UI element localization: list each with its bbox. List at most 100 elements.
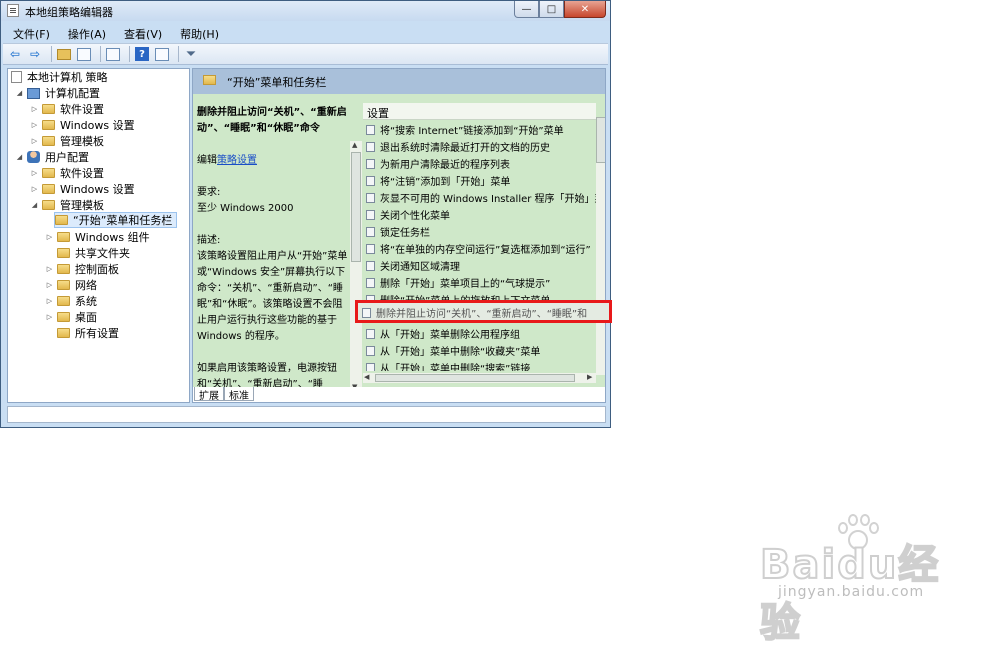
app-icon — [7, 4, 19, 17]
policy-icon — [366, 277, 375, 288]
collapse-icon[interactable]: ◢ — [15, 153, 24, 161]
scroll-right-icon[interactable]: ▶ — [587, 373, 592, 381]
column-header-setting[interactable]: 设置 — [363, 103, 596, 120]
list-item[interactable]: 删除「开始」菜单项目上的“气球提示” — [366, 274, 550, 291]
view-tabs: 扩展 标准 — [193, 387, 605, 402]
expand-icon[interactable]: ▷ — [45, 313, 54, 321]
highlighted-list-item[interactable]: 删除并阻止访问“关机”、“重新启动”、“睡眠”和 — [355, 300, 612, 323]
folder-icon — [42, 120, 55, 130]
list-item[interactable]: 从「开始」菜单删除公用程序组 — [366, 325, 520, 342]
policy-title: 删除并阻止访问“关机”、“重新启动”、“睡眠”和“休眠”命令 — [197, 107, 347, 134]
list-scrollbar[interactable] — [596, 117, 605, 375]
settings-list[interactable]: 设置 将“搜索 Internet”链接添加到“开始”菜单 退出系统时清除最近打开… — [363, 103, 596, 371]
expand-icon[interactable]: ▷ — [30, 137, 39, 145]
expand-icon[interactable]: ▷ — [30, 105, 39, 113]
edit-policy-link[interactable]: 策略设置 — [217, 155, 257, 166]
scroll-up-icon[interactable]: ▲ — [352, 141, 357, 149]
expand-icon[interactable]: ▷ — [30, 121, 39, 129]
tree-uc-software[interactable]: ▷ 软件设置 — [30, 165, 104, 181]
expand-icon[interactable]: ▷ — [45, 281, 54, 289]
desc-body: 该策略设置阻止用户从“开始”菜单或“Windows 安全”屏幕执行以下命令：“关… — [197, 251, 348, 342]
tree-system[interactable]: ▷ 系统 — [45, 293, 97, 309]
list-item[interactable]: 将“在单独的内存空间运行”复选框添加到“运行” — [366, 240, 591, 257]
tree-start-menu[interactable]: “开始”菜单和任务栏 — [54, 212, 178, 228]
computer-icon — [27, 87, 40, 99]
toolbar-separator — [100, 46, 101, 62]
tree-all-settings[interactable]: 所有设置 — [57, 325, 119, 341]
scroll-thumb[interactable] — [351, 152, 361, 262]
menu-action[interactable]: 操作(A) — [58, 24, 114, 42]
policy-icon — [366, 192, 375, 203]
policy-icon — [366, 226, 375, 237]
folder-icon — [55, 215, 68, 225]
properties-icon[interactable] — [154, 46, 170, 62]
help-icon[interactable]: ? — [134, 46, 150, 62]
status-bar — [7, 406, 606, 423]
tree-user-config[interactable]: ◢ 用户配置 — [15, 149, 89, 165]
collapse-icon[interactable]: ◢ — [15, 89, 24, 97]
list-item[interactable]: 灰显不可用的 Windows Installer 程序「开始」菜 — [366, 189, 596, 206]
list-item[interactable]: 为新用户清除最近的程序列表 — [366, 155, 510, 172]
expand-icon[interactable]: ▷ — [30, 169, 39, 177]
folder-icon — [42, 104, 55, 114]
show-hide-tree-icon[interactable] — [76, 46, 92, 62]
menu-help[interactable]: 帮助(H) — [170, 24, 227, 42]
filter-icon[interactable]: ⏷ — [183, 46, 199, 62]
expand-icon[interactable]: ▷ — [45, 233, 54, 241]
title-bar[interactable]: 本地组策略编辑器 — □ ✕ — [1, 1, 610, 21]
list-item[interactable]: 从「开始」菜单中删除“搜索”链接 — [366, 359, 530, 371]
scroll-thumb[interactable] — [596, 117, 605, 163]
policy-icon — [366, 175, 375, 186]
expand-icon[interactable]: ▷ — [30, 185, 39, 193]
scroll-left-icon[interactable]: ◀ — [364, 373, 369, 381]
collapse-icon[interactable]: ◢ — [30, 201, 39, 209]
menu-bar: 文件(F) 操作(A) 查看(V) 帮助(H) — [3, 24, 608, 42]
list-item[interactable]: 将“注销”添加到「开始」菜单 — [366, 172, 510, 189]
tree-root[interactable]: 本地计算机 策略 — [11, 69, 108, 85]
list-item[interactable]: 退出系统时清除最近打开的文档的历史 — [366, 138, 550, 155]
tree-computer-config[interactable]: ◢ 计算机配置 — [15, 85, 100, 101]
up-folder-icon[interactable] — [56, 46, 72, 62]
back-arrow-icon[interactable]: ⇦ — [7, 46, 23, 62]
tree-cc-windows[interactable]: ▷ Windows 设置 — [30, 117, 135, 133]
menu-file[interactable]: 文件(F) — [3, 24, 58, 42]
list-item[interactable]: 锁定任务栏 — [366, 223, 430, 240]
baidu-watermark: Baidu经验 jingyan.baidu.com — [759, 508, 980, 647]
tree-network[interactable]: ▷ 网络 — [45, 277, 97, 293]
close-button[interactable]: ✕ — [564, 1, 606, 18]
tab-standard[interactable]: 标准 — [224, 387, 254, 402]
policy-icon — [11, 71, 22, 83]
watermark-url: jingyan.baidu.com — [778, 584, 925, 600]
policy-icon — [366, 141, 375, 152]
tab-extended[interactable]: 扩展 — [194, 387, 224, 402]
list-item[interactable]: 关闭个性化菜单 — [366, 206, 450, 223]
list-item[interactable]: 将“搜索 Internet”链接添加到“开始”菜单 — [366, 121, 564, 138]
policy-description: 删除并阻止访问“关机”、“重新启动”、“睡眠”和“休眠”命令 编辑策略设置 要求… — [197, 105, 349, 402]
tree-cc-software[interactable]: ▷ 软件设置 — [30, 101, 104, 117]
tree-shared-folders[interactable]: 共享文件夹 — [57, 245, 130, 261]
tree-cc-admin[interactable]: ▷ 管理模板 — [30, 133, 104, 149]
minimize-button[interactable]: — — [514, 1, 539, 18]
list-item[interactable]: 从「开始」菜单中删除“收藏夹”菜单 — [366, 342, 540, 359]
tree-uc-admin[interactable]: ◢ 管理模板 — [30, 197, 104, 213]
tree-control-panel[interactable]: ▷ 控制面板 — [45, 261, 119, 277]
horizontal-scrollbar[interactable]: ◀ ▶ — [363, 373, 596, 383]
policy-icon — [362, 307, 371, 318]
folder-icon — [57, 280, 70, 290]
description-scrollbar[interactable]: ▲ ▼ — [350, 141, 362, 391]
tree-uc-windows[interactable]: ▷ Windows 设置 — [30, 181, 135, 197]
forward-arrow-icon[interactable]: ⇨ — [27, 46, 43, 62]
expand-icon[interactable]: ▷ — [45, 297, 54, 305]
tree-win-components[interactable]: ▷ Windows 组件 — [45, 229, 150, 245]
export-list-icon[interactable] — [105, 46, 121, 62]
folder-icon — [57, 328, 70, 338]
maximize-button[interactable]: □ — [539, 1, 564, 18]
tree-desktop[interactable]: ▷ 桌面 — [45, 309, 97, 325]
tree-pane[interactable]: 本地计算机 策略 ◢ 计算机配置 ▷ 软件设置 ▷ Windows 设置 ▷ 管… — [7, 68, 190, 403]
desc-label: 描述: — [197, 235, 221, 246]
folder-icon — [57, 312, 70, 322]
menu-view[interactable]: 查看(V) — [114, 24, 170, 42]
expand-icon[interactable]: ▷ — [45, 265, 54, 273]
scroll-thumb[interactable] — [375, 374, 575, 382]
list-item[interactable]: 关闭通知区域清理 — [366, 257, 460, 274]
